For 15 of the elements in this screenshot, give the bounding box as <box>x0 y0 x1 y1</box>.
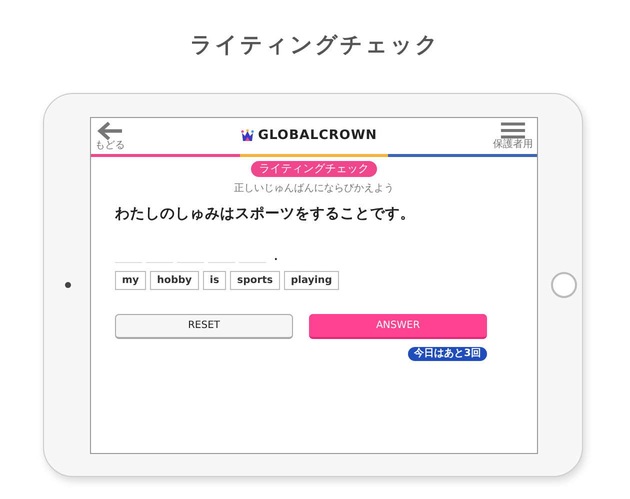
menu-button[interactable]: 保護者用 <box>493 122 533 150</box>
reset-button[interactable]: RESET <box>115 314 293 340</box>
word-tile[interactable]: playing <box>284 271 340 290</box>
page-title: ライティングチェック <box>189 32 441 60</box>
instruction-text: 正しいじゅんばんにならびかえよう <box>234 182 394 196</box>
sentence-period: . <box>274 253 278 264</box>
word-tile[interactable]: is <box>202 271 226 290</box>
remaining-count-badge: 今日はあと3回 <box>408 347 487 362</box>
mode-badge: ライティングチェック <box>251 160 377 176</box>
back-button[interactable]: もどる <box>95 120 125 150</box>
word-tile[interactable]: sports <box>230 271 280 290</box>
logo-text: GLOBALCROWN <box>258 126 378 145</box>
question-sentence: わたしのしゅみはスポーツをすることです。 <box>115 204 416 224</box>
word-tile[interactable]: hobby <box>150 271 199 290</box>
word-tile[interactable]: my <box>115 271 146 290</box>
